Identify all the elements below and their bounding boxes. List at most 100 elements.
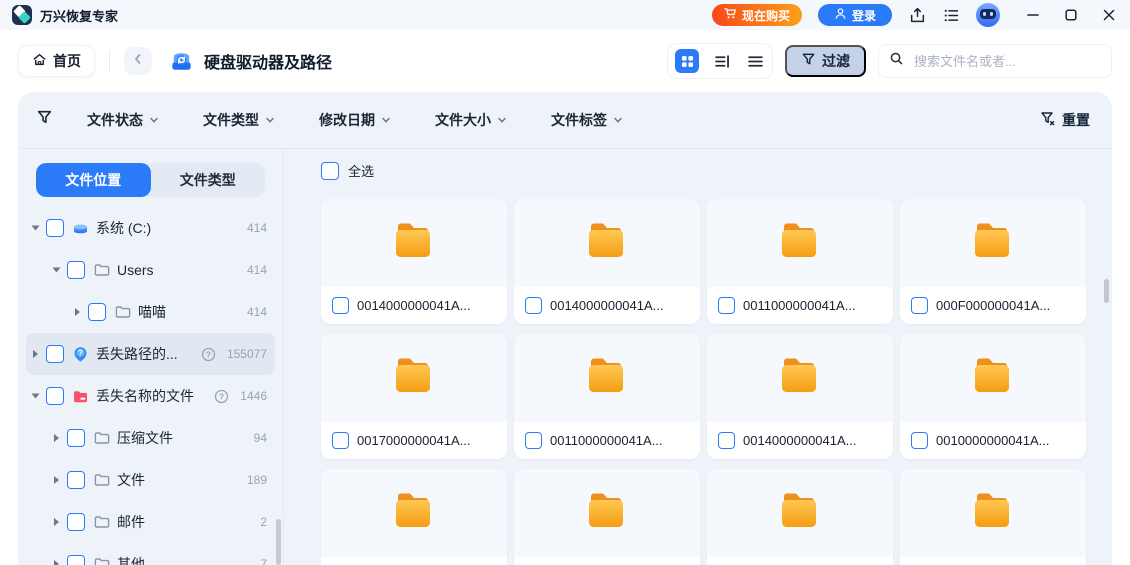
sidebar-tab-file-location[interactable]: 文件位置 (36, 163, 151, 197)
folder-icon (92, 471, 111, 490)
tree-checkbox[interactable] (88, 303, 106, 321)
tree-checkbox[interactable] (67, 429, 85, 447)
filter-dropdown-label: 文件类型 (203, 112, 259, 128)
tree-item-label: 其他 (117, 556, 145, 565)
chevron-collapsed-icon[interactable] (54, 434, 59, 442)
folder-checkbox[interactable] (332, 297, 349, 314)
login-button[interactable]: 登录 (817, 4, 892, 26)
folder-card[interactable]: 0014000000041A... (321, 199, 507, 324)
folder-checkbox[interactable] (911, 297, 928, 314)
folder-icon (113, 303, 132, 322)
file-tree: 系统 (C:) 414 Users 414 喵喵 414? 丢失路径的...? 155077 丢… (18, 207, 283, 565)
content-scrollbar[interactable] (1104, 279, 1109, 303)
folder-checkbox[interactable] (525, 297, 542, 314)
tree-item[interactable]: 其他 7 (26, 543, 275, 565)
sidebar-tabs: 文件位置 文件类型 (36, 163, 265, 197)
folder-checkbox[interactable] (718, 297, 735, 314)
chevron-expanded-icon[interactable] (52, 267, 61, 273)
robot-avatar[interactable] (976, 3, 1000, 27)
folder-name: 0011000000041A... (550, 433, 663, 448)
help-icon[interactable]: ? (214, 389, 229, 404)
folder-card[interactable]: 0011000000041A... (514, 334, 700, 459)
tree-item[interactable]: 邮件 2 (26, 501, 275, 543)
select-all-checkbox[interactable] (321, 161, 339, 180)
tree-checkbox[interactable] (46, 219, 64, 237)
tree-item[interactable]: 丢失名称的文件? 1446 (26, 375, 275, 417)
chevron-collapsed-icon[interactable] (54, 476, 59, 484)
folder-card[interactable] (321, 469, 507, 565)
filter-dropdown[interactable]: 文件标签 (551, 110, 623, 130)
filter-dropdown[interactable]: 文件状态 (87, 110, 159, 130)
tree-item[interactable]: Users 414 (26, 249, 275, 291)
filter-dropdown[interactable]: 修改日期 (319, 110, 391, 130)
folder-checkbox[interactable] (332, 432, 349, 449)
list-view-icon[interactable] (745, 51, 765, 71)
folder-checkbox[interactable] (525, 432, 542, 449)
folder-card[interactable]: 000F000000041A... (900, 199, 1086, 324)
sidebar-scrollbar[interactable] (276, 519, 281, 565)
folder-name: 0017000000041A... (357, 433, 471, 448)
folder-card[interactable]: 0014000000041A... (707, 334, 893, 459)
sidebar-tab-file-type[interactable]: 文件类型 (151, 163, 266, 197)
grid-view-icon[interactable] (675, 49, 699, 73)
search-input[interactable] (912, 52, 1101, 70)
filter-dropdown-label: 修改日期 (319, 112, 375, 128)
tree-checkbox[interactable] (67, 555, 85, 565)
detail-view-icon[interactable] (712, 51, 732, 71)
tree-item-label: 丢失名称的文件 (96, 388, 194, 404)
home-icon (32, 52, 47, 70)
folder-card[interactable]: 0017000000041A... (321, 334, 507, 459)
close-icon[interactable] (1100, 6, 1118, 24)
buy-now-button[interactable]: 现在购买 (711, 4, 802, 26)
tree-checkbox[interactable] (67, 261, 85, 279)
folder-name: 0010000000041A... (936, 433, 1050, 448)
folder-card[interactable] (514, 469, 700, 565)
chevron-collapsed-icon[interactable] (54, 518, 59, 526)
folder-name: 0014000000041A... (550, 298, 664, 313)
filter-button[interactable]: 过滤 (785, 45, 866, 77)
folder-card[interactable]: 0010000000041A... (900, 334, 1086, 459)
tree-item-count: 189 (246, 473, 267, 487)
folder-name: 0014000000041A... (743, 433, 857, 448)
tree-checkbox[interactable] (46, 387, 64, 405)
home-button[interactable]: 首页 (18, 45, 95, 77)
chevron-collapsed-icon[interactable] (33, 350, 38, 358)
task-list-icon[interactable] (942, 6, 960, 24)
svg-text:?: ? (219, 391, 224, 401)
filter-dropdown[interactable]: 文件类型 (203, 110, 275, 130)
chevron-collapsed-icon[interactable] (75, 308, 80, 316)
funnel-icon (801, 52, 816, 70)
tree-item[interactable]: 文件 189 (26, 459, 275, 501)
tree-item[interactable]: ? 丢失路径的...? 155077 (26, 333, 275, 375)
tree-checkbox[interactable] (46, 345, 64, 363)
tree-checkbox[interactable] (67, 513, 85, 531)
help-icon[interactable]: ? (201, 347, 216, 362)
tree-item[interactable]: 喵喵 414 (26, 291, 275, 333)
folder-checkbox[interactable] (911, 432, 928, 449)
chevron-expanded-icon[interactable] (31, 393, 40, 399)
share-icon[interactable] (908, 6, 926, 24)
funnel-icon (36, 109, 53, 131)
chevron-expanded-icon[interactable] (31, 225, 40, 231)
chevron-collapsed-icon[interactable] (54, 560, 59, 565)
filter-dropdown[interactable]: 文件大小 (435, 110, 507, 130)
select-all-row: 全选 (321, 161, 1112, 180)
tree-item[interactable]: 系统 (C:) 414 (26, 207, 275, 249)
search-icon (889, 51, 904, 71)
tree-item-label: Users (117, 262, 154, 278)
folder-card[interactable]: 0011000000041A... (707, 199, 893, 324)
reset-filters-button[interactable]: 重置 (1040, 110, 1090, 130)
folder-icon (969, 355, 1017, 401)
drive-sync-icon (168, 48, 195, 75)
folder-card[interactable] (900, 469, 1086, 565)
back-button[interactable] (124, 47, 152, 75)
folder-card[interactable]: 0014000000041A... (514, 199, 700, 324)
search-box (878, 44, 1112, 78)
minimize-icon[interactable] (1024, 6, 1042, 24)
tree-checkbox[interactable] (67, 471, 85, 489)
folder-checkbox[interactable] (718, 432, 735, 449)
folder-card[interactable] (707, 469, 893, 565)
tree-item[interactable]: 压缩文件 94 (26, 417, 275, 459)
folder-icon (776, 355, 824, 401)
maximize-icon[interactable] (1062, 6, 1080, 24)
